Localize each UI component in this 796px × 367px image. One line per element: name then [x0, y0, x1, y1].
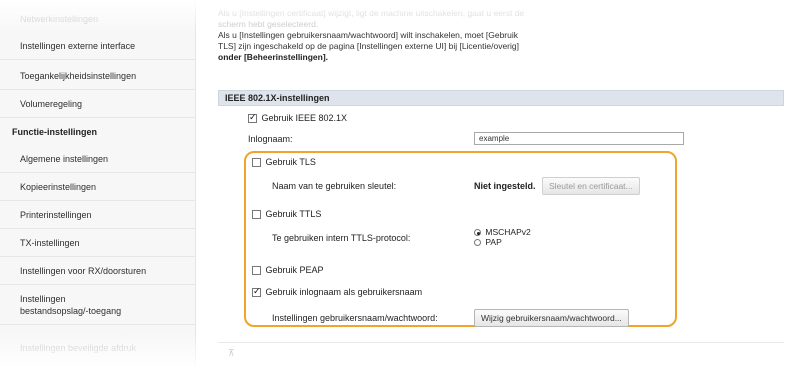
use-login-checkbox[interactable] [252, 286, 261, 298]
sidebar-item-file-storage[interactable]: Instellingen bestandsopslag/-toegang [0, 293, 196, 325]
sidebar-item-network[interactable]: Netwerkinstellingen [0, 13, 196, 25]
credentials-label: Instellingen gebruikersnaam/wachtwoord: [272, 313, 438, 323]
use-ieee-row: Gebruik IEEE 802.1X [248, 112, 348, 124]
sidebar-item-tx[interactable]: TX-instellingen [0, 237, 196, 257]
sidebar-item-secure-print[interactable]: Instellingen beveiligde afdruk [0, 342, 196, 354]
sidebar-item-file-storage-line1: Instellingen [20, 294, 66, 304]
ttls-option-pap[interactable]: PAP [474, 237, 502, 247]
use-peap-checkbox[interactable] [252, 266, 261, 276]
sidebar-item-accessibility[interactable]: Toegankelijkheidsinstellingen [0, 70, 196, 90]
sidebar-item-file-storage-line2: bestandsopslag/-toegang [20, 306, 122, 316]
use-tls-row: Gebruik TLS [252, 157, 316, 168]
back-to-top-icon[interactable]: ⊼ [228, 348, 235, 359]
use-login-row: Gebruik inlognaam als gebruikersnaam [252, 286, 423, 298]
sidebar-item-copy[interactable]: Kopieerinstellingen [0, 181, 196, 201]
intro-line-4: TLS] zijn ingeschakeld op de pagina [Ins… [218, 41, 519, 51]
sidebar-item-volume[interactable]: Volumeregeling [0, 98, 196, 118]
use-peap-label: Gebruik PEAP [265, 265, 324, 275]
mschapv2-radio[interactable] [474, 229, 481, 237]
mschapv2-label: MSCHAPv2 [485, 227, 531, 237]
use-ieee-label: Gebruik IEEE 802.1X [261, 113, 348, 123]
use-ttls-row: Gebruik TTLS [252, 209, 322, 220]
ttls-protocol-label: Te gebruiken intern TTLS-protocol: [272, 233, 411, 243]
pap-radio[interactable] [474, 239, 481, 247]
use-peap-row: Gebruik PEAP [252, 265, 324, 276]
use-ttls-checkbox[interactable] [252, 210, 261, 220]
login-name-input[interactable]: example [474, 132, 684, 145]
sidebar: Netwerkinstellingen Instellingen externe… [0, 0, 196, 367]
use-tls-label: Gebruik TLS [265, 157, 316, 167]
use-login-label: Gebruik inlognaam als gebruikersnaam [265, 287, 423, 297]
sidebar-item-general[interactable]: Algemene instellingen [0, 153, 196, 173]
change-credentials-button[interactable]: Wijzig gebruikersnaam/wachtwoord... [474, 309, 629, 327]
sidebar-item-printer[interactable]: Printerinstellingen [0, 209, 196, 229]
sidebar-heading-functions: Functie-instellingen [12, 127, 98, 137]
intro-text: Als u [Instellingen certificaat] wijzigt… [218, 8, 638, 63]
use-ieee-checkbox[interactable] [248, 112, 257, 124]
key-name-label: Naam van te gebruiken sleutel: [272, 181, 397, 191]
use-tls-checkbox[interactable] [252, 158, 261, 168]
sidebar-item-external-interface[interactable]: Instellingen externe interface [0, 40, 196, 60]
use-ttls-label: Gebruik TTLS [265, 209, 322, 219]
intro-line-3: Als u [Instellingen gebruikersnaam/wacht… [218, 30, 519, 40]
ttls-option-mschapv2[interactable]: MSCHAPv2 [474, 227, 531, 237]
sidebar-item-rx-forward[interactable]: Instellingen voor RX/doorsturen [0, 265, 196, 285]
section-header-ieee: IEEE 802.1X-instellingen [218, 90, 784, 106]
login-name-label: Inlognaam: [248, 134, 293, 144]
pap-label: PAP [485, 237, 502, 247]
key-certificate-button[interactable]: Sleutel en certificaat... [542, 177, 640, 195]
intro-line-2: scherm hebt geselecteerd. [218, 19, 319, 29]
footer-divider [218, 342, 784, 343]
key-status: Niet ingesteld. [474, 181, 536, 191]
intro-line-5: onder [Beheerinstellingen]. [218, 52, 329, 62]
intro-line-1: Als u [Instellingen certificaat] wijzigt… [218, 8, 525, 18]
